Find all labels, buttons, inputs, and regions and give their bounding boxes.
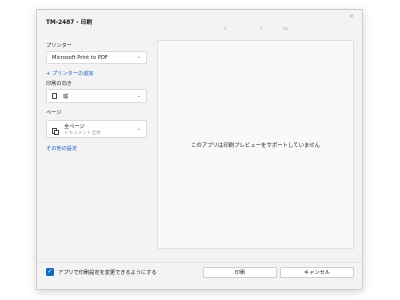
- allow-app-settings-label: アプリで印刷設定を変更できるようにする: [58, 269, 157, 276]
- orientation-label: 印刷の向き: [46, 81, 72, 87]
- print-button[interactable]: 印刷: [203, 267, 277, 278]
- cancel-button[interactable]: キャンセル: [280, 267, 354, 278]
- pages-select-value: 全ページ: [64, 123, 85, 130]
- allow-app-settings-row[interactable]: ✓ アプリで印刷設定を変更できるようにする: [46, 268, 157, 276]
- footer-divider: [37, 262, 362, 263]
- print-dialog: TM-2487 - 印刷 × プリンター Microsoft Print to …: [36, 9, 363, 290]
- chevron-down-icon: ⌄: [136, 93, 141, 99]
- portrait-page-icon: [52, 93, 57, 99]
- pages-select-subtext: ドキュメント全体: [64, 130, 101, 136]
- fit-page-icon[interactable]: ▭: [283, 26, 288, 32]
- pages-select[interactable]: 全ページ ドキュメント全体 ⌄: [46, 120, 147, 138]
- more-settings-link[interactable]: その他の設定: [46, 145, 77, 152]
- allow-app-settings-checkbox[interactable]: ✓: [46, 268, 54, 276]
- next-page-icon[interactable]: ›: [260, 26, 262, 32]
- printer-label: プリンター: [46, 43, 72, 49]
- add-printer-link[interactable]: + プリンターの追加: [46, 70, 94, 77]
- dialog-title: TM-2487 - 印刷: [46, 20, 93, 26]
- pages-icon: [52, 128, 59, 135]
- printer-select-value: Microsoft Print to PDF: [52, 54, 108, 61]
- orientation-select[interactable]: 縦 ⌄: [46, 89, 147, 103]
- chevron-down-icon: ⌄: [136, 126, 141, 132]
- chevron-down-icon: ⌄: [136, 54, 141, 60]
- preview-pane: このアプリは印刷プレビューをサポートしていません: [157, 40, 354, 249]
- printer-select[interactable]: Microsoft Print to PDF ⌄: [46, 51, 147, 64]
- pages-label: ページ: [46, 110, 62, 116]
- preview-unsupported-message: このアプリは印刷プレビューをサポートしていません: [190, 142, 321, 149]
- orientation-select-value: 縦: [63, 93, 69, 100]
- close-icon[interactable]: ×: [349, 13, 354, 20]
- previous-page-icon[interactable]: ‹: [224, 26, 226, 32]
